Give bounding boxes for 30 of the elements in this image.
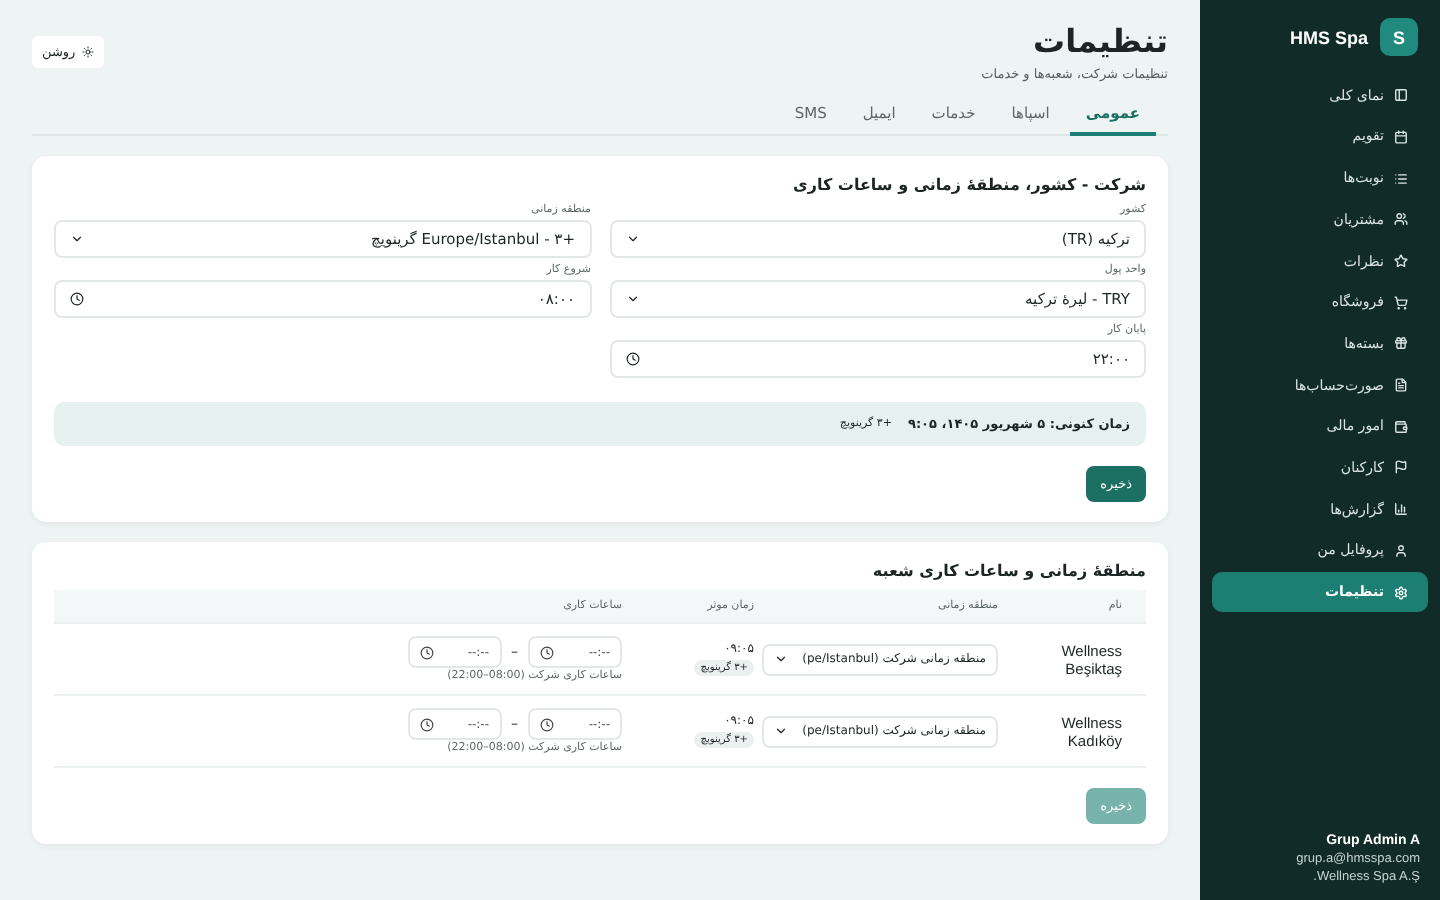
calendar-icon <box>1394 129 1408 144</box>
chevron-icon <box>625 232 639 246</box>
bar-chart-icon <box>1394 502 1408 517</box>
star-icon <box>1394 254 1408 268</box>
page-title: تنظیمات <box>1031 22 1168 60</box>
brand-logo: S <box>1380 18 1418 56</box>
chevron-icon <box>774 724 788 738</box>
chevron-icon <box>774 652 788 666</box>
clock-icon <box>70 292 84 306</box>
clock-icon <box>419 645 433 659</box>
document-icon <box>1394 378 1408 393</box>
card-title: شرکت - کشور، منطقهٔ زمانی و ساعات کاری <box>791 176 1146 194</box>
flag-icon <box>1394 460 1408 475</box>
clock-icon <box>625 352 639 366</box>
settings-icon <box>1394 585 1408 599</box>
cart-icon <box>1394 295 1408 310</box>
user-icon <box>1394 543 1408 558</box>
clock-icon <box>540 645 554 659</box>
brand-name: HMS Spa <box>1289 27 1368 47</box>
gift-icon <box>1394 336 1408 351</box>
users-icon <box>1394 212 1408 227</box>
list-icon <box>1394 171 1408 186</box>
clock-icon <box>540 717 554 731</box>
panel-icon <box>1394 88 1408 103</box>
sun-icon <box>81 46 94 58</box>
clock-icon <box>419 717 433 731</box>
chevron-icon <box>70 232 84 246</box>
wallet-icon <box>1394 419 1408 434</box>
card-title: منطقهٔ زمانی و ساعات کاری شعبه <box>870 562 1146 580</box>
chevron-icon <box>625 292 639 306</box>
